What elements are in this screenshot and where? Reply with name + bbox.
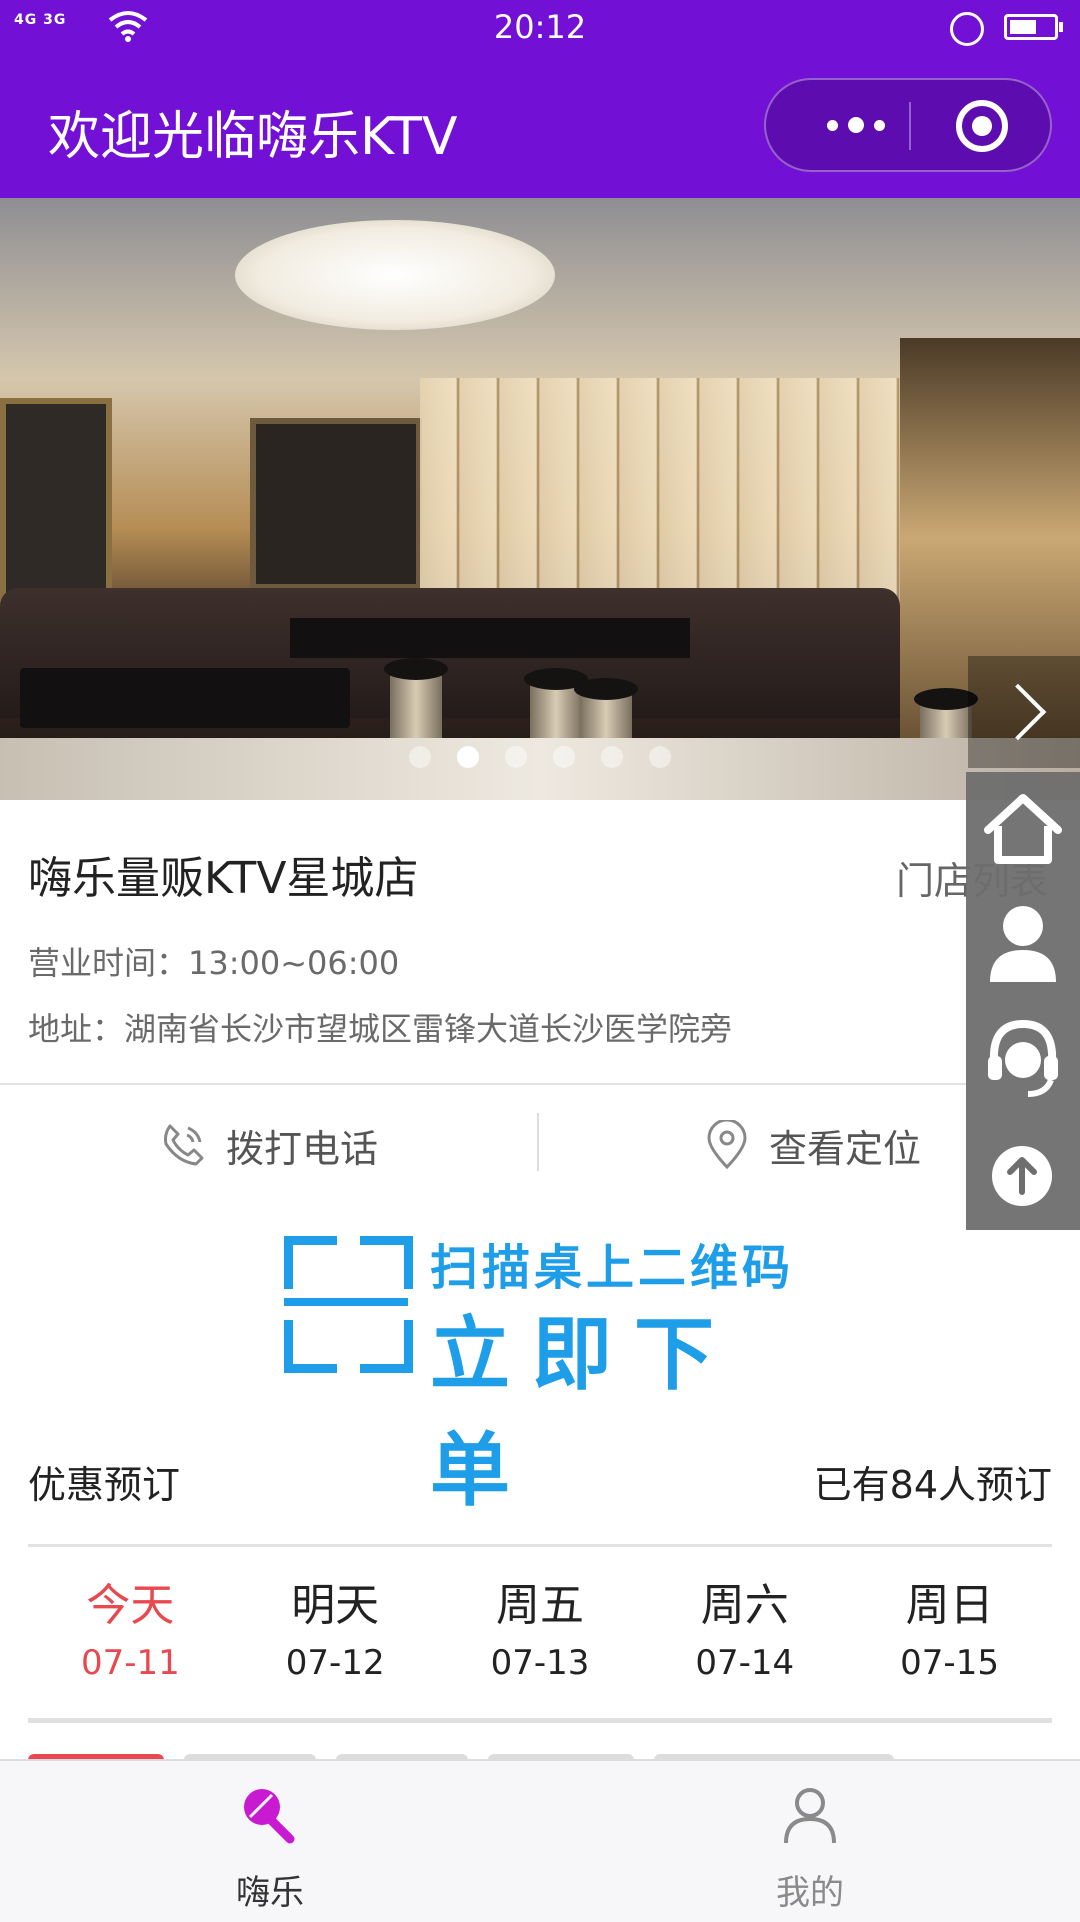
location-pin-icon xyxy=(707,1120,747,1170)
scan-line xyxy=(284,1298,408,1306)
date-label: 07-11 xyxy=(80,1643,180,1683)
date-label: 07-12 xyxy=(285,1643,385,1683)
banner-image-screen xyxy=(250,418,422,590)
action-bar: 拨打电话 查看定位 xyxy=(0,1085,1080,1203)
booking-title: 优惠预订 xyxy=(28,1463,181,1507)
banner-image-table xyxy=(290,618,690,658)
weekday-label: 今天 xyxy=(86,1580,175,1631)
carousel-indicator xyxy=(0,746,1080,768)
booking-count: 已有84人预订 xyxy=(813,1463,1052,1507)
date-tab-today[interactable]: 今天 07-11 xyxy=(40,1580,220,1688)
call-label: 拨打电话 xyxy=(226,1126,379,1171)
scan-frame-corner xyxy=(360,1236,413,1289)
more-dots-icon[interactable] xyxy=(806,80,906,170)
weekday-label: 明天 xyxy=(291,1580,380,1631)
carousel-dot-active[interactable] xyxy=(457,746,479,768)
shop-address: 地址：湖南省长沙市望城区雷锋大道长沙医学院旁 xyxy=(28,1010,733,1048)
date-tab-tomorrow[interactable]: 明天 07-12 xyxy=(245,1580,425,1688)
locate-label: 查看定位 xyxy=(769,1126,922,1171)
tab-label: 我的 xyxy=(776,1873,844,1913)
divider xyxy=(28,1718,1052,1723)
capsule-divider xyxy=(909,102,911,150)
microphone-icon xyxy=(244,1789,295,1844)
business-hours: 营业时间：13:00~06:00 xyxy=(28,944,400,982)
shop-info: 嗨乐量贩KTV星城店 门店列表 营业时间：13:00~06:00 地址：湖南省长… xyxy=(0,800,1080,1085)
scan-frame-corner xyxy=(360,1320,413,1373)
person-icon xyxy=(784,1788,836,1844)
scan-frame-corner xyxy=(284,1320,337,1373)
date-label: 07-14 xyxy=(695,1643,795,1683)
carousel-dot[interactable] xyxy=(553,746,575,768)
weekday-label: 周日 xyxy=(905,1580,994,1631)
shop-name: 嗨乐量贩KTV星城店 xyxy=(28,853,419,904)
banner-image-table xyxy=(20,668,350,728)
tab-mine[interactable]: 我的 xyxy=(710,1783,910,1914)
banner-image-chandelier xyxy=(235,220,555,330)
mini-program-capsule xyxy=(764,78,1052,172)
banner-carousel[interactable] xyxy=(0,198,1080,800)
tab-label: 嗨乐 xyxy=(236,1873,304,1913)
status-bar: 4G 3G 20:12 xyxy=(0,0,1080,56)
carousel-dot[interactable] xyxy=(601,746,623,768)
carousel-dot[interactable] xyxy=(649,746,671,768)
date-tabs: 今天 07-11 明天 07-12 周五 07-13 周六 07-14 周日 0… xyxy=(28,1580,1052,1688)
customer-service-icon[interactable] xyxy=(966,1000,1080,1114)
date-tab-saturday[interactable]: 周六 07-14 xyxy=(655,1580,835,1688)
divider xyxy=(28,1544,1052,1547)
scan-frame-corner xyxy=(284,1236,337,1289)
scan-to-order-banner[interactable]: 扫描桌上二维码 立即下单 xyxy=(280,1228,820,1517)
date-label: 07-13 xyxy=(490,1643,590,1683)
user-icon[interactable] xyxy=(966,886,1080,1000)
back-to-top-icon[interactable] xyxy=(966,1114,1080,1228)
bottom-tab-bar: 嗨乐 我的 xyxy=(0,1759,1080,1922)
home-icon[interactable] xyxy=(966,772,1080,886)
battery-icon xyxy=(1004,14,1063,40)
scan-title: 扫描桌上二维码 xyxy=(430,1240,795,1296)
lock-rotation-icon xyxy=(950,12,984,46)
floating-side-menu xyxy=(966,772,1080,1230)
phone-icon xyxy=(164,1124,204,1166)
date-tab-friday[interactable]: 周五 07-13 xyxy=(450,1580,630,1688)
weekday-label: 周六 xyxy=(700,1580,789,1631)
navigation-bar: 欢迎光临嗨乐KTV xyxy=(0,56,1080,198)
weekday-label: 周五 xyxy=(495,1580,584,1631)
call-button[interactable]: 拨打电话 xyxy=(160,1115,378,1175)
carousel-dot[interactable] xyxy=(505,746,527,768)
date-tab-sunday[interactable]: 周日 07-15 xyxy=(860,1580,1040,1688)
tab-haile[interactable]: 嗨乐 xyxy=(170,1783,370,1914)
action-divider xyxy=(537,1113,539,1171)
clock: 20:12 xyxy=(493,8,587,46)
date-label: 07-15 xyxy=(900,1643,999,1683)
page-title: 欢迎光临嗨乐KTV xyxy=(48,107,458,167)
chevron-right-icon[interactable] xyxy=(968,656,1080,768)
banner-image-wall xyxy=(0,398,112,620)
view-location-button[interactable]: 查看定位 xyxy=(705,1115,921,1175)
order-now-text: 立即下单 xyxy=(430,1308,736,1517)
carousel-dot[interactable] xyxy=(409,746,431,768)
target-icon[interactable] xyxy=(956,100,1008,152)
